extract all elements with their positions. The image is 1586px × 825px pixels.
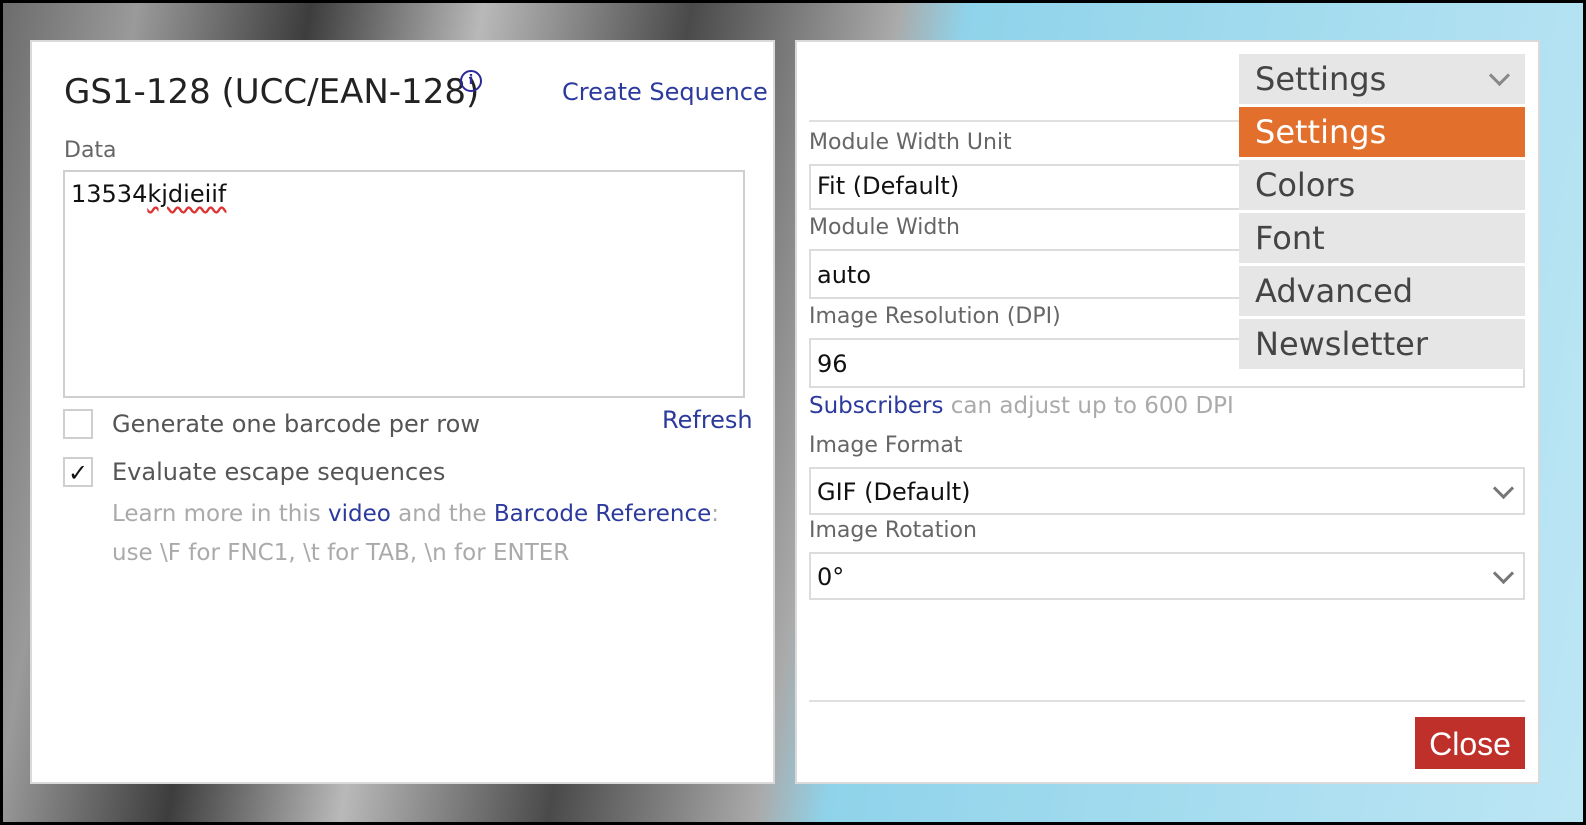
settings-panel: Module Width Unit Fit (Default) Module W… bbox=[795, 40, 1540, 784]
image-rotation-label: Image Rotation bbox=[809, 518, 977, 543]
dropdown-option-advanced[interactable]: Advanced bbox=[1239, 263, 1525, 316]
video-link[interactable]: video bbox=[328, 501, 391, 527]
help-text-2: and the bbox=[390, 501, 494, 527]
chevron-down-icon bbox=[1492, 477, 1515, 500]
settings-dropdown[interactable]: Settings Settings Colors Font Advanced N… bbox=[1239, 54, 1525, 369]
subscribers-link[interactable]: Subscribers bbox=[809, 393, 943, 419]
chevron-down-icon bbox=[1488, 64, 1511, 87]
escape-sequences-checkbox[interactable]: ✓ bbox=[63, 457, 93, 487]
barcode-reference-link[interactable]: Barcode Reference bbox=[494, 501, 711, 527]
help-text-1: Learn more in this bbox=[112, 501, 329, 527]
dropdown-option-newsletter[interactable]: Newsletter bbox=[1239, 316, 1525, 369]
image-rotation-select[interactable]: 0° bbox=[809, 552, 1525, 600]
data-value-misspelled: kjdieiif bbox=[147, 180, 227, 208]
escape-sequences-label: Evaluate escape sequences bbox=[112, 458, 446, 486]
dpi-label: Image Resolution (DPI) bbox=[809, 304, 1061, 329]
per-row-label: Generate one barcode per row bbox=[112, 410, 480, 438]
image-format-select[interactable]: GIF (Default) bbox=[809, 467, 1525, 515]
dropdown-option-colors[interactable]: Colors bbox=[1239, 157, 1525, 210]
barcode-data-panel: GS1-128 (UCC/EAN-128) i Create Sequence … bbox=[30, 40, 775, 784]
page-title: GS1-128 (UCC/EAN-128) bbox=[64, 72, 480, 112]
module-width-unit-label: Module Width Unit bbox=[809, 130, 1012, 155]
module-width-label: Module Width bbox=[809, 215, 960, 240]
module-width-unit-value: Fit (Default) bbox=[817, 172, 960, 200]
dropdown-option-settings[interactable]: Settings bbox=[1239, 104, 1525, 157]
info-icon[interactable]: i bbox=[460, 70, 482, 92]
image-format-value: GIF (Default) bbox=[817, 478, 971, 506]
dropdown-selected-label: Settings bbox=[1255, 60, 1387, 98]
create-sequence-link[interactable]: Create Sequence bbox=[562, 78, 768, 106]
refresh-link[interactable]: Refresh bbox=[662, 406, 753, 434]
dropdown-option-font[interactable]: Font bbox=[1239, 210, 1525, 263]
escape-help-text: Learn more in this video and the Barcode… bbox=[112, 495, 752, 573]
checkmark-icon: ✓ bbox=[67, 459, 89, 487]
divider bbox=[809, 700, 1525, 702]
per-row-checkbox[interactable] bbox=[63, 409, 93, 439]
dropdown-selected[interactable]: Settings bbox=[1239, 54, 1525, 104]
chevron-down-icon bbox=[1492, 562, 1515, 585]
dpi-value: 96 bbox=[817, 350, 848, 378]
data-textarea[interactable]: 13534kjdieiif bbox=[63, 170, 745, 398]
close-button[interactable]: Close bbox=[1415, 717, 1525, 769]
module-width-value: auto bbox=[817, 261, 872, 289]
data-value-prefix: 13534 bbox=[71, 180, 148, 208]
data-label: Data bbox=[64, 138, 117, 163]
dpi-note: Subscribers can adjust up to 600 DPI bbox=[809, 393, 1234, 419]
subscribers-note: can adjust up to 600 DPI bbox=[943, 393, 1234, 419]
image-rotation-value: 0° bbox=[817, 563, 845, 591]
image-format-label: Image Format bbox=[809, 433, 963, 458]
